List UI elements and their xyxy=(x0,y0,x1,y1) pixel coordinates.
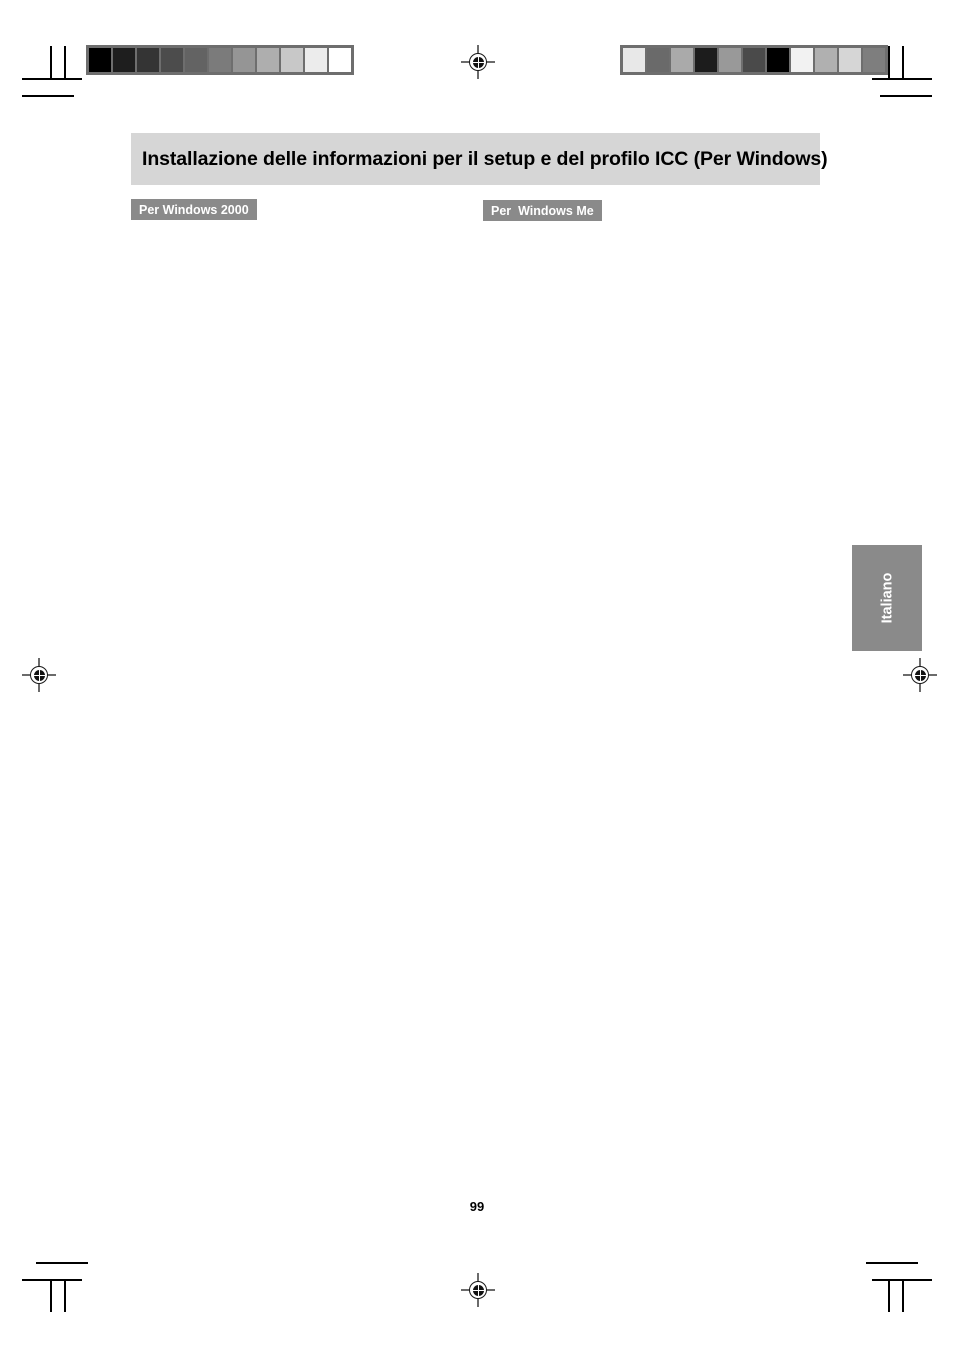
calibration-patch xyxy=(137,48,159,72)
language-side-tab-label: Italiano xyxy=(878,572,895,624)
registration-target-top xyxy=(461,45,495,79)
calibration-patch xyxy=(695,48,717,72)
registration-target-right xyxy=(903,658,937,692)
registration-target-left xyxy=(22,658,56,692)
crop-mark-line xyxy=(902,1279,904,1312)
crop-mark-line xyxy=(50,1279,52,1312)
calibration-patch xyxy=(623,48,645,72)
crop-mark-line xyxy=(888,1279,890,1312)
crop-mark-line xyxy=(22,78,82,80)
calibration-patch xyxy=(791,48,813,72)
crop-mark-line xyxy=(902,46,904,79)
section-heading-windows-2000: Per Windows 2000 xyxy=(131,199,257,220)
crop-mark-line xyxy=(64,46,66,79)
calibration-patch xyxy=(719,48,741,72)
crop-mark-line xyxy=(866,1262,918,1264)
page-title-banner: Installazione delle informazioni per il … xyxy=(131,133,828,185)
page-title: Installazione delle informazioni per il … xyxy=(142,147,828,170)
calibration-patch xyxy=(743,48,765,72)
calibration-patch xyxy=(647,48,669,72)
registration-target-bottom xyxy=(461,1273,495,1307)
calibration-patch xyxy=(329,48,351,72)
registration-slice xyxy=(472,56,484,68)
document-page: Installazione delle informazioni per il … xyxy=(0,0,954,1351)
section-heading-windows-me: Per Windows Me xyxy=(483,200,602,221)
calibration-patch xyxy=(209,48,231,72)
crop-mark-line xyxy=(36,1262,88,1264)
calibration-patch xyxy=(281,48,303,72)
crop-mark-line xyxy=(22,1279,82,1281)
page-number: 99 xyxy=(469,1199,485,1214)
calibration-patch xyxy=(305,48,327,72)
crop-mark-line xyxy=(22,95,74,97)
calibration-patch xyxy=(815,48,837,72)
calibration-strip-left xyxy=(86,45,354,75)
registration-slice xyxy=(472,1284,484,1296)
calibration-patch xyxy=(113,48,135,72)
registration-slice xyxy=(914,669,926,681)
calibration-patch xyxy=(767,48,789,72)
registration-slice xyxy=(33,669,45,681)
calibration-patch xyxy=(161,48,183,72)
language-side-tab: Italiano xyxy=(852,545,922,651)
calibration-patch xyxy=(233,48,255,72)
calibration-patch xyxy=(185,48,207,72)
crop-mark-line xyxy=(880,95,932,97)
calibration-patch xyxy=(89,48,111,72)
calibration-strip-right xyxy=(620,45,888,75)
calibration-patch xyxy=(839,48,861,72)
crop-mark-line xyxy=(50,46,52,79)
crop-mark-line xyxy=(64,1279,66,1312)
calibration-patch xyxy=(671,48,693,72)
calibration-patch xyxy=(863,48,885,72)
crop-mark-line xyxy=(888,46,890,79)
calibration-patch xyxy=(257,48,279,72)
